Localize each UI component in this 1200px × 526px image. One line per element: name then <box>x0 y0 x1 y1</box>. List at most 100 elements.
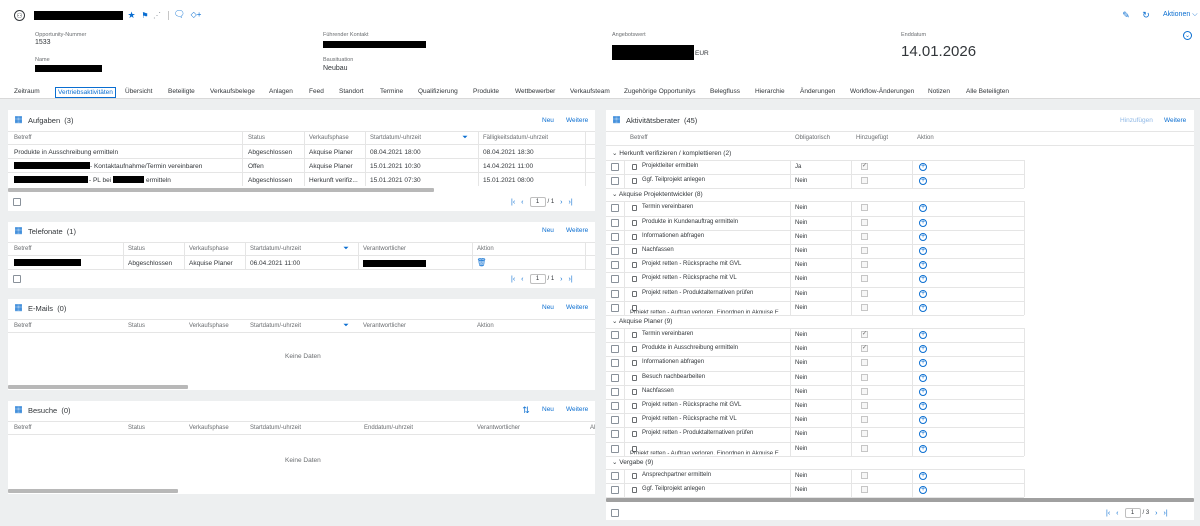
add-activity-icon[interactable]: + <box>919 345 927 354</box>
row-checkbox[interactable] <box>611 486 619 494</box>
chevron-down-icon[interactable]: ⌄ <box>612 191 617 198</box>
row-checkbox[interactable] <box>611 275 619 284</box>
actions-menu[interactable]: Aktionen ⌵ <box>1163 11 1198 19</box>
col-obligatorisch[interactable]: Obligatorisch <box>795 135 830 141</box>
col-startdatum[interactable]: Startdatum/-uhrzeit <box>250 425 301 431</box>
edit-icon[interactable]: ✎ <box>1121 10 1131 20</box>
row-checkbox[interactable] <box>611 163 619 171</box>
col-verantwortlicher[interactable]: Verantwortlicher <box>477 425 520 431</box>
next-page-icon[interactable]: › <box>1155 510 1157 517</box>
add-activity-icon[interactable]: + <box>919 359 927 368</box>
group-header[interactable]: ⌄ Herkunft verifizieren / komplettieren … <box>612 149 731 157</box>
row-checkbox[interactable] <box>611 303 619 312</box>
tab-zeitraum[interactable]: Zeitraum <box>14 88 40 95</box>
col-status[interactable]: Status <box>128 246 145 252</box>
horizontal-scrollbar[interactable] <box>8 489 178 493</box>
first-page-icon[interactable]: |‹ <box>511 276 515 283</box>
add-activity-icon[interactable]: + <box>919 387 927 396</box>
add-activity-icon[interactable]: + <box>919 275 927 284</box>
col-betreff[interactable]: Betreff <box>14 323 32 329</box>
tab-belegfluss[interactable]: Belegfluss <box>710 88 740 95</box>
add-activity-icon[interactable]: + <box>919 218 927 227</box>
row-checkbox[interactable] <box>611 289 619 298</box>
kontakt-redacted[interactable] <box>323 41 426 48</box>
col-status[interactable]: Status <box>128 323 145 329</box>
prev-page-icon[interactable]: ‹ <box>521 276 523 283</box>
col-enddatum[interactable]: Enddatum/-uhrzeit <box>364 425 413 431</box>
add-activity-icon[interactable]: + <box>919 163 927 171</box>
next-page-icon[interactable]: › <box>560 276 562 283</box>
chevron-down-icon[interactable]: ⌄ <box>612 459 617 466</box>
telefonate-neu-button[interactable]: Neu <box>542 227 554 234</box>
row-checkbox[interactable] <box>611 247 619 255</box>
page-input[interactable]: 1 <box>529 274 546 284</box>
avatar-icon[interactable]: ⚇ <box>14 10 25 21</box>
row-checkbox[interactable] <box>611 373 619 382</box>
add-activity-icon[interactable]: + <box>919 373 927 382</box>
last-page-icon[interactable]: ›| <box>1164 510 1168 517</box>
tab-verkaufsbelege[interactable]: Verkaufsbelege <box>210 88 255 95</box>
col-status[interactable]: Status <box>128 425 145 431</box>
tab-termine[interactable]: Termine <box>380 88 403 95</box>
group-header[interactable]: ⌄ Akquise Planer (9) <box>612 317 672 325</box>
tab-verkaufsteam[interactable]: Verkaufsteam <box>570 88 610 95</box>
add-activity-icon[interactable]: + <box>919 430 927 439</box>
flag-icon[interactable]: ⚑ <box>141 10 149 20</box>
select-all-checkbox[interactable] <box>13 275 21 283</box>
col-betreff[interactable]: Betreff <box>14 425 32 431</box>
horizontal-scrollbar[interactable] <box>606 498 1194 502</box>
rss-icon[interactable]: ⋰ <box>153 10 161 20</box>
row-checkbox[interactable] <box>611 430 619 439</box>
prev-page-icon[interactable]: ‹ <box>1116 510 1118 517</box>
chevron-down-icon[interactable]: ⌄ <box>612 318 617 325</box>
row-checkbox[interactable] <box>611 471 619 480</box>
col-betreff[interactable]: Betreff <box>14 246 32 252</box>
add-activity-icon[interactable]: + <box>919 444 927 453</box>
add-activity-icon[interactable]: + <box>919 331 927 339</box>
row-checkbox[interactable] <box>611 416 619 425</box>
aufgabe-betreff-link[interactable]: - PL bei <box>89 177 111 184</box>
row-checkbox[interactable] <box>611 232 619 241</box>
horizontal-scrollbar[interactable] <box>8 385 188 389</box>
aufgaben-neu-button[interactable]: Neu <box>542 117 554 124</box>
page-input[interactable]: 1 <box>529 197 546 207</box>
select-all-checkbox[interactable] <box>13 198 21 206</box>
add-activity-icon[interactable]: + <box>919 289 927 298</box>
hinzufuegen-button[interactable]: Hinzufügen <box>1120 117 1153 124</box>
delete-icon[interactable]: 🗑 <box>476 258 486 267</box>
add-activity-icon[interactable]: + <box>919 261 927 270</box>
col-verkaufsphase[interactable]: Verkaufsphase <box>309 135 349 141</box>
first-page-icon[interactable]: |‹ <box>511 199 515 206</box>
tab-workflow-aenderungen[interactable]: Workflow-Änderungen <box>850 88 914 95</box>
add-activity-icon[interactable]: + <box>919 486 927 494</box>
col-betreff[interactable]: Betreff <box>14 135 32 141</box>
favorite-star-icon[interactable]: ★ <box>127 10 136 20</box>
row-checkbox[interactable] <box>611 345 619 354</box>
tab-feed[interactable]: Feed <box>309 88 324 95</box>
page-input[interactable]: 1 <box>1124 508 1141 518</box>
emails-weitere-button[interactable]: Weitere <box>566 304 588 311</box>
besuche-weitere-button[interactable]: Weitere <box>566 406 588 413</box>
col-aktion[interactable]: Aktion <box>917 135 934 141</box>
row-checkbox[interactable] <box>611 177 619 186</box>
emails-neu-button[interactable]: Neu <box>542 304 554 311</box>
add-activity-icon[interactable]: + <box>919 416 927 425</box>
besuche-neu-button[interactable]: Neu <box>542 406 554 413</box>
aufgabe-betreff-link[interactable]: Produkte in Ausschreibung ermitteln <box>14 149 118 156</box>
col-hinzugefuegt[interactable]: Hinzugefügt <box>856 135 888 141</box>
prev-page-icon[interactable]: ‹ <box>521 199 523 206</box>
first-page-icon[interactable]: |‹ <box>1106 510 1110 517</box>
filter-icon[interactable]: ⏷ <box>342 245 350 253</box>
add-activity-icon[interactable]: + <box>919 402 927 410</box>
group-header[interactable]: ⌄ Vergabe (9) <box>612 458 653 466</box>
chevron-down-icon[interactable]: ⌄ <box>612 150 617 157</box>
row-checkbox[interactable] <box>611 444 619 453</box>
row-checkbox[interactable] <box>611 218 619 227</box>
filter-icon[interactable]: ⏷ <box>461 134 469 142</box>
tab-uebersicht[interactable]: Übersicht <box>125 88 152 95</box>
select-all-checkbox[interactable] <box>611 509 619 517</box>
filter-icon[interactable]: ⏷ <box>342 322 350 330</box>
col-verkaufsphase[interactable]: Verkaufsphase <box>189 323 229 329</box>
refresh-icon[interactable]: ↻ <box>1141 10 1151 20</box>
col-startdatum[interactable]: Startdatum/-uhrzeit <box>250 323 301 329</box>
